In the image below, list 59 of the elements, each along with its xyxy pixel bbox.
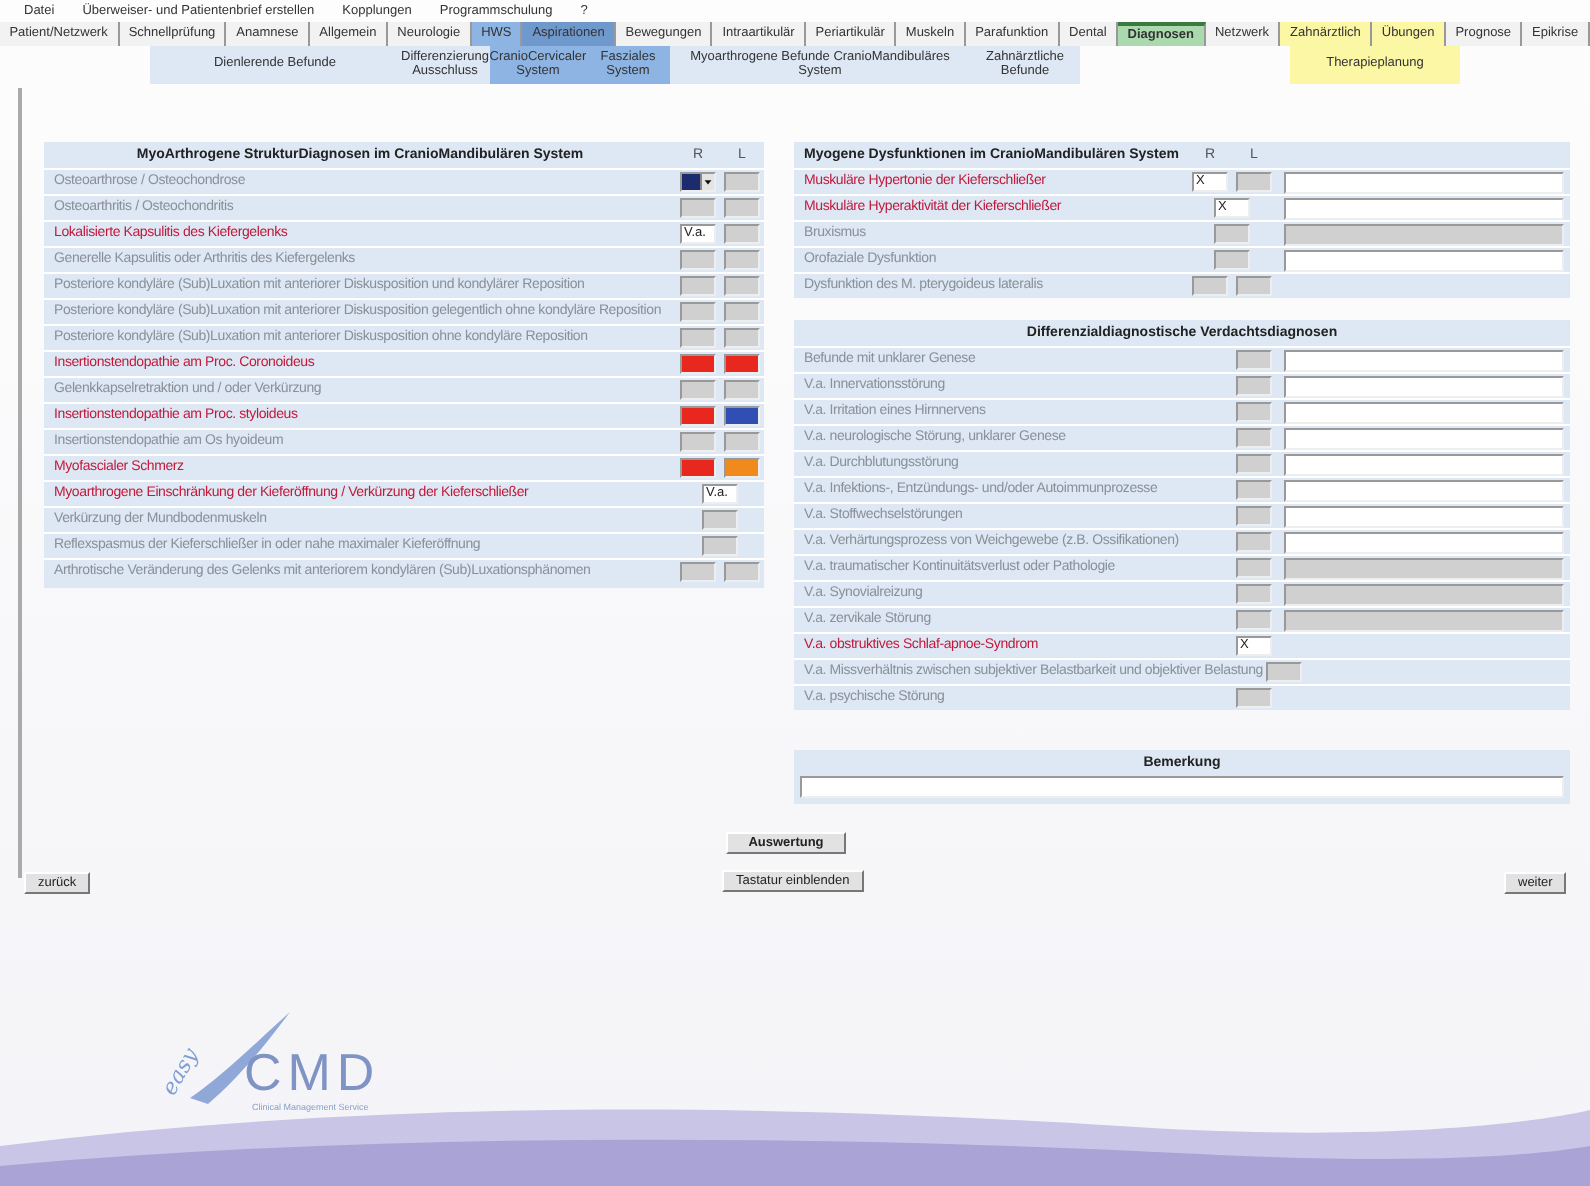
entry-field[interactable] [680,562,716,582]
logo-letters: CMD [244,1044,381,1102]
entry-field[interactable] [680,380,716,400]
entry-field[interactable] [1192,276,1228,296]
entry-field[interactable] [1236,350,1272,370]
entry-field[interactable] [702,536,738,556]
note-field[interactable] [1284,171,1564,193]
note-field[interactable] [1284,349,1564,371]
entry-field[interactable] [1236,172,1272,192]
color-field[interactable] [724,406,760,426]
entry-field[interactable] [1236,688,1272,708]
entry-field[interactable] [1236,428,1272,448]
entry-field[interactable] [1236,584,1272,604]
entry-field[interactable] [1214,250,1250,270]
note-field[interactable] [1284,249,1564,271]
entry-field[interactable] [680,276,716,296]
entry-field[interactable] [702,510,738,530]
entry-field[interactable] [680,250,716,270]
entry-field[interactable] [1236,506,1272,526]
note-field[interactable] [1284,427,1564,449]
color-field[interactable] [680,354,716,374]
entry-field[interactable] [680,432,716,452]
entry-field[interactable] [724,198,760,218]
entry-field[interactable] [1236,480,1272,500]
note-field[interactable] [1284,453,1564,475]
entry-field[interactable] [680,198,716,218]
entry-field[interactable] [724,276,760,296]
entry-field[interactable] [724,432,760,452]
entry-field[interactable] [724,562,760,582]
remark-field[interactable] [800,776,1564,798]
note-field[interactable] [1284,479,1564,501]
caret-icon [700,174,714,190]
entry-field[interactable] [724,172,760,192]
entry-field[interactable] [1236,610,1272,630]
entry-field[interactable] [1236,402,1272,422]
note-field[interactable] [1284,505,1564,527]
entry-field[interactable] [680,328,716,348]
entry-field[interactable] [1236,454,1272,474]
note-field[interactable] [1284,531,1564,553]
note-field[interactable] [1284,197,1564,219]
color-field[interactable] [680,458,716,478]
entry-field[interactable] [1236,276,1272,296]
entry-field[interactable] [1266,662,1303,682]
entry-field[interactable] [724,328,760,348]
entry-field[interactable] [1236,558,1272,578]
entry-field[interactable] [724,302,760,322]
entry-field[interactable] [680,302,716,322]
entry-field[interactable] [724,224,760,244]
entry-field[interactable] [1236,376,1272,396]
dropdown-field[interactable] [680,172,716,192]
entry-field[interactable] [1214,224,1250,244]
color-field[interactable] [724,458,760,478]
entry-field[interactable] [1236,532,1272,552]
note-field[interactable] [1284,375,1564,397]
note-field[interactable] [1284,401,1564,423]
color-field[interactable] [724,354,760,374]
color-field[interactable] [680,406,716,426]
entry-field[interactable] [724,380,760,400]
entry-field[interactable] [724,250,760,270]
